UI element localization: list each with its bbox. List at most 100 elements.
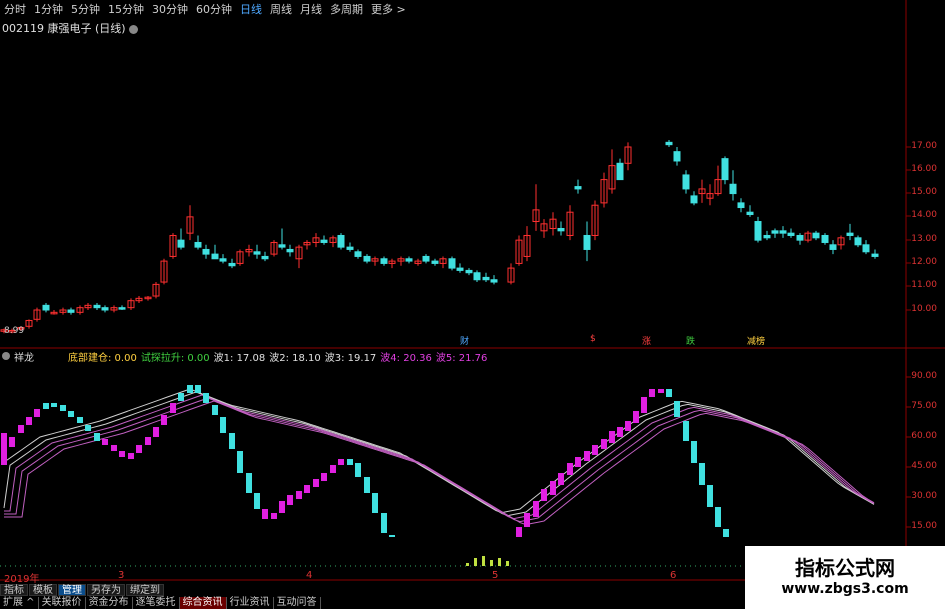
candle-body	[721, 158, 729, 181]
indicator-bar	[161, 415, 167, 425]
candle-body	[690, 195, 698, 204]
event-marker[interactable]: 跌	[684, 334, 697, 347]
indicator-bar	[691, 441, 697, 463]
candle-body	[337, 234, 345, 248]
low-price-label: 8.99	[4, 326, 25, 336]
price-axis-label: 15.00	[911, 187, 937, 197]
extension-toolbar: 扩展 ^ 关联报价 资金分布 逐笔委托 综合资讯 行业资讯 互动问答	[0, 597, 321, 609]
time-axis-label: 2019年	[4, 574, 40, 585]
candle-body	[754, 221, 762, 241]
indicator-tab-0[interactable]: 指标	[0, 584, 28, 596]
candle-body	[829, 244, 837, 250]
extension-tab-1[interactable]: 关联报价	[39, 597, 86, 609]
candle-body	[665, 141, 673, 146]
signal-bar	[498, 558, 501, 566]
candle-body	[482, 276, 490, 281]
chart-canvas[interactable]	[0, 0, 945, 609]
indicator-bar	[111, 445, 117, 451]
extension-tab-5[interactable]: 行业资讯	[227, 597, 274, 609]
candle-body	[346, 246, 354, 250]
candle-body	[118, 307, 126, 310]
event-marker[interactable]: 财	[458, 334, 471, 347]
candle-body	[194, 241, 202, 248]
indicator-bar	[229, 433, 235, 449]
watermark-logo: 指标公式网 www.zbgs3.com	[745, 546, 945, 609]
indicator-bar	[683, 421, 689, 441]
indicator-bar	[287, 495, 293, 505]
time-axis-label: 6	[670, 570, 677, 581]
indicator-bar	[347, 459, 353, 465]
indicator-bar	[77, 417, 83, 423]
indicator-bar	[707, 485, 713, 507]
candle-body	[846, 232, 854, 236]
indicator-bar	[43, 403, 49, 409]
indicator-bar	[674, 401, 680, 417]
signal-bar	[490, 560, 493, 566]
indicator-tab-1[interactable]: 模板	[29, 584, 57, 596]
indicator-bar	[338, 459, 344, 465]
indicator-field: 底部建仓: 0.00	[68, 352, 137, 364]
indicator-tab-2[interactable]: 管理	[58, 584, 86, 596]
candle-body	[854, 237, 862, 246]
candle-body	[779, 230, 787, 234]
indicator-axis-label: 75.00	[911, 401, 937, 411]
extension-tab-0[interactable]: 扩展 ^	[0, 597, 39, 609]
indicator-bar	[389, 535, 395, 537]
indicator-bar	[372, 493, 378, 513]
candle-body	[405, 258, 413, 262]
indicator-bar	[9, 437, 15, 447]
extension-tab-2[interactable]: 资金分布	[86, 597, 133, 609]
indicator-bar	[18, 425, 24, 433]
indicator-bar	[524, 513, 530, 527]
price-axis-label: 17.00	[911, 141, 937, 151]
candle-body	[871, 253, 879, 257]
candle-body	[796, 234, 804, 241]
candle-body	[101, 307, 109, 311]
indicator-bar	[381, 513, 387, 533]
indicator-bar	[313, 479, 319, 487]
indicator-tab-4[interactable]: 绑定到	[126, 584, 164, 596]
candle-body	[490, 279, 498, 283]
extension-tab-6[interactable]: 互动问答	[274, 597, 321, 609]
candle-body	[557, 228, 565, 232]
indicator-tab-3[interactable]: 另存为	[87, 584, 125, 596]
indicator-axis-label: 45.00	[911, 461, 937, 471]
indicator-bar	[237, 451, 243, 473]
indicator-bar	[128, 453, 134, 459]
indicator-bar	[658, 389, 664, 393]
indicator-bar	[666, 389, 672, 397]
indicator-bar	[119, 451, 125, 457]
indicator-toolbar: 指标 模板 管理 另存为 绑定到	[0, 584, 165, 596]
indicator-bar	[550, 481, 556, 495]
candle-body	[787, 232, 795, 236]
candle-body	[211, 253, 219, 260]
indicator-axis-label: 30.00	[911, 491, 937, 501]
signal-bar	[482, 556, 485, 566]
indicator-bar	[364, 477, 370, 493]
candle-body	[763, 234, 771, 239]
price-axis-label: 12.00	[911, 257, 937, 267]
event-marker[interactable]: $	[588, 334, 598, 344]
indicator-bar	[68, 411, 74, 417]
signal-bar	[474, 558, 477, 566]
extension-tab-3[interactable]: 逐笔委托	[133, 597, 180, 609]
price-axis-label: 13.00	[911, 234, 937, 244]
watermark-title: 指标公式网	[795, 556, 895, 580]
extension-tab-4[interactable]: 综合资讯	[179, 597, 227, 609]
indicator-bar	[170, 403, 176, 413]
indicator-bar	[187, 385, 193, 393]
indicator-bar	[330, 465, 336, 473]
indicator-bar	[617, 427, 623, 437]
indicator-field: 试探拉升: 0.00	[140, 352, 210, 364]
indicator-field: 波5: 21.76	[435, 352, 488, 364]
candle-body	[431, 260, 439, 264]
indicator-field: 波1: 17.08	[213, 352, 266, 364]
event-marker[interactable]: 涨	[640, 334, 653, 347]
indicator-menu-icon[interactable]	[2, 352, 10, 360]
event-marker[interactable]: 减榜	[745, 334, 767, 347]
candle-body	[473, 272, 481, 281]
candle-body	[616, 162, 624, 181]
indicator-bar	[254, 493, 260, 509]
candle-body	[729, 183, 737, 195]
indicator-bar	[153, 427, 159, 437]
